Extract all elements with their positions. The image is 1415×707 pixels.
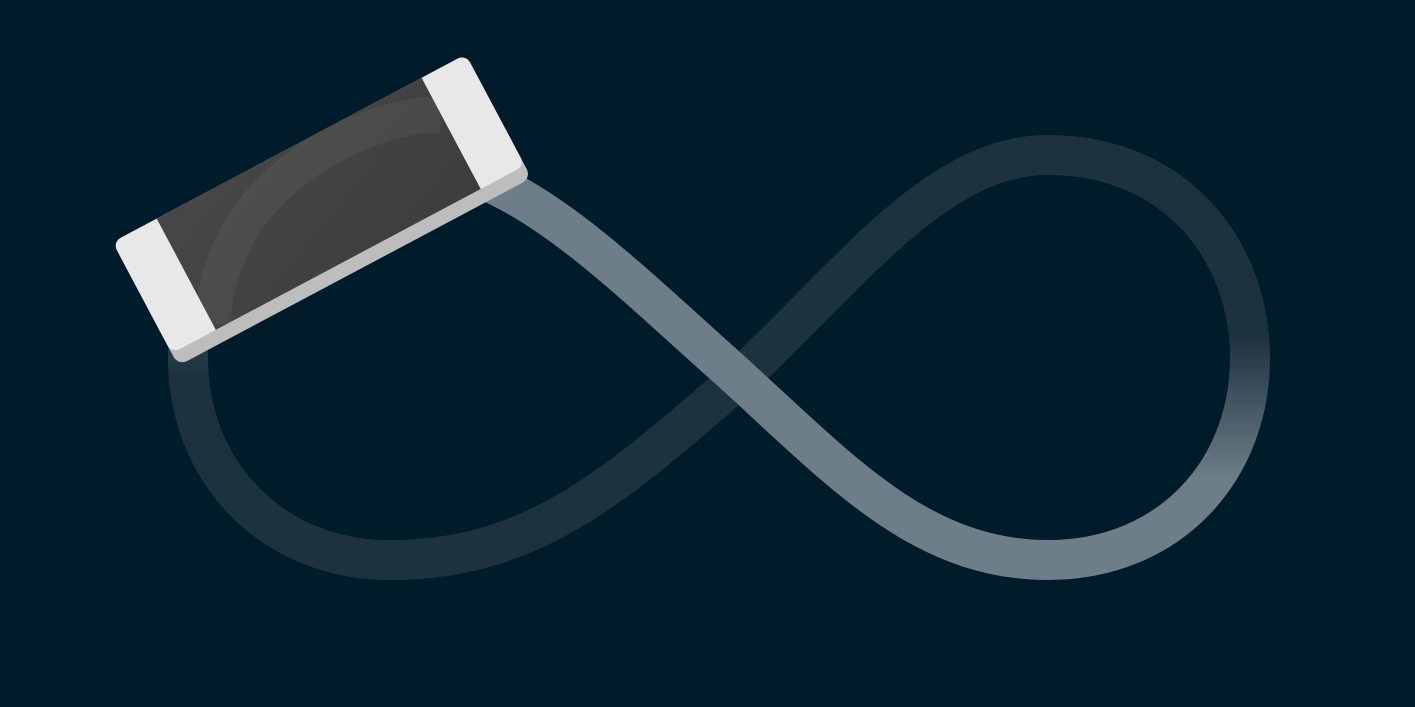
path-segment-right-lobe xyxy=(1047,135,1271,580)
phone-illustration xyxy=(115,57,528,363)
infinity-illustration xyxy=(115,57,1271,580)
